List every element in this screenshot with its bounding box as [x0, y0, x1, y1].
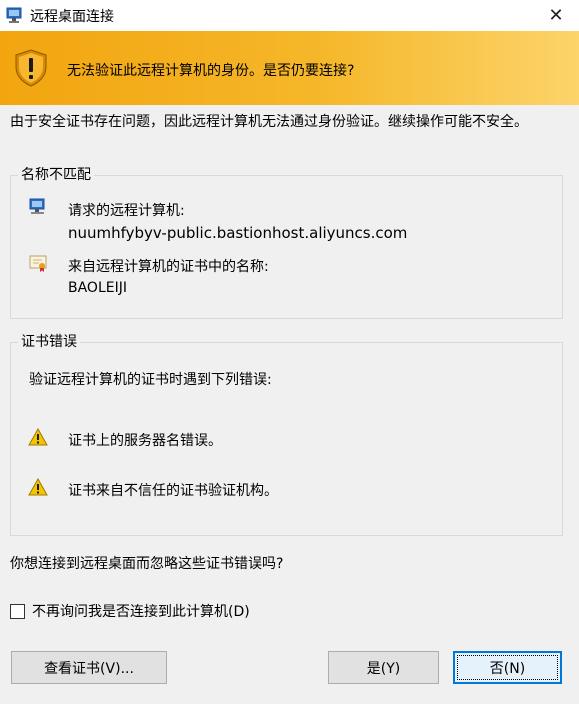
- cert-errors-group: 证书错误 验证远程计算机的证书时遇到下列错误: 证书上的服务器名错误。 证书来自…: [10, 333, 563, 536]
- close-icon: ✕: [548, 5, 564, 26]
- view-certificate-button[interactable]: 查看证书(V)...: [11, 651, 167, 684]
- name-mismatch-legend: 名称不匹配: [18, 166, 94, 184]
- banner-message: 无法验证此远程计算机的身份。是否仍要连接?: [67, 63, 355, 79]
- requested-computer-value: nuumhfybyv-public.bastionhost.aliyuncs.c…: [68, 224, 408, 242]
- dont-ask-checkbox-label[interactable]: 不再询问我是否连接到此计算机(D): [32, 601, 250, 621]
- warning-banner: 无法验证此远程计算机的身份。是否仍要连接?: [0, 31, 579, 105]
- cert-name-label: 来自远程计算机的证书中的名称:: [68, 259, 269, 275]
- view-certificate-label: 查看证书(V)...: [44, 660, 134, 677]
- window-title: 远程桌面连接: [30, 9, 114, 25]
- name-mismatch-group: 名称不匹配 请求的远程计算机: nuumhfybyv-public.bastio…: [10, 166, 563, 319]
- title-bar: 远程桌面连接 ✕: [0, 0, 579, 31]
- cert-name-value: BAOLEIJI: [68, 280, 127, 296]
- ignore-errors-question: 你想连接到远程桌面而忽略这些证书错误吗?: [10, 556, 284, 572]
- dont-ask-checkbox[interactable]: [10, 603, 25, 619]
- yes-button[interactable]: 是(Y): [328, 651, 439, 684]
- cert-errors-legend: 证书错误: [18, 333, 80, 351]
- warning-icon: [28, 477, 48, 496]
- remote-desktop-icon: [6, 7, 22, 23]
- yes-label: 是(Y): [366, 660, 401, 677]
- cert-error-item: 证书上的服务器名错误。: [68, 433, 222, 449]
- shield-warning-icon: [15, 49, 47, 87]
- computer-icon: [29, 198, 45, 214]
- certificate-icon: [29, 255, 47, 272]
- cert-error-item: 证书来自不信任的证书验证机构。: [68, 483, 278, 499]
- no-label: 否(N): [489, 660, 526, 677]
- dont-ask-checkbox-row[interactable]: 不再询问我是否连接到此计算机(D): [10, 601, 250, 621]
- close-button[interactable]: ✕: [533, 0, 579, 31]
- no-button[interactable]: 否(N): [453, 651, 562, 684]
- cert-errors-intro: 验证远程计算机的证书时遇到下列错误:: [29, 372, 272, 388]
- description-text: 由于安全证书存在问题，因此远程计算机无法通过身份验证。继续操作可能不安全。: [10, 114, 528, 130]
- warning-icon: [28, 427, 48, 446]
- requested-computer-label: 请求的远程计算机:: [68, 203, 185, 219]
